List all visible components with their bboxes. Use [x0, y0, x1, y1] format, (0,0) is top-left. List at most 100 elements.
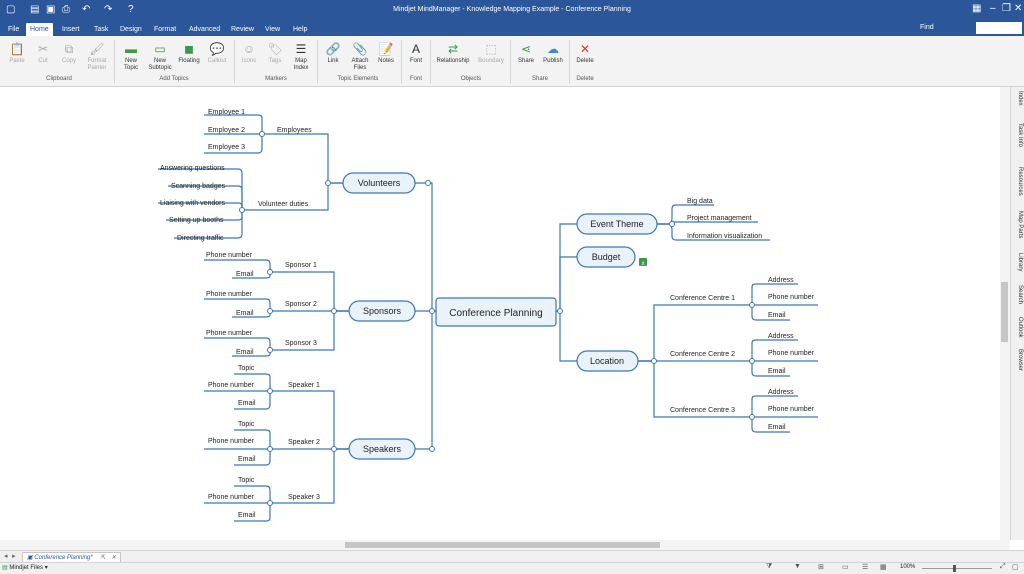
- side-tab-index[interactable]: Index: [1013, 91, 1023, 106]
- side-tab-browser[interactable]: Browser: [1013, 349, 1023, 371]
- funnel-icon[interactable]: ▼: [794, 563, 801, 570]
- tab-format[interactable]: Format: [150, 23, 180, 36]
- horizontal-scrollbar[interactable]: [0, 540, 1010, 550]
- subtopic-employee-1[interactable]: Employee 1: [208, 109, 245, 116]
- tab-scroll-right-icon[interactable]: ▸: [12, 552, 16, 560]
- subtopic-topic[interactable]: Topic: [238, 421, 255, 428]
- vertical-scroll-thumb[interactable]: [1001, 282, 1008, 342]
- boundary-button[interactable]: ⬚ Boundary: [474, 42, 508, 65]
- subtopic-volunteer-duties[interactable]: Volunteer duties: [258, 201, 309, 208]
- subtopic-email[interactable]: Email: [768, 368, 786, 375]
- subtopic-phone[interactable]: Phone number: [206, 330, 253, 337]
- topic-event-theme[interactable]: Event Theme: [576, 213, 658, 235]
- subtopic-phone[interactable]: Phone number: [206, 291, 253, 298]
- format-painter-button[interactable]: 🖌 Format Painter: [84, 42, 110, 72]
- tab-advanced[interactable]: Advanced: [185, 23, 224, 36]
- subtopic-phone[interactable]: Phone number: [208, 382, 255, 389]
- notes-button[interactable]: 📝 Notes: [375, 42, 397, 65]
- subtopic-conference-centre-1[interactable]: Conference Centre 1: [670, 295, 735, 302]
- zoom-slider[interactable]: [922, 568, 992, 569]
- subtopic-email[interactable]: Email: [236, 310, 254, 317]
- new-subtopic-button[interactable]: ▭ New Subtopic: [146, 42, 174, 72]
- subtopic-topic[interactable]: Topic: [238, 477, 255, 484]
- topic-sponsors[interactable]: Sponsors: [348, 300, 416, 322]
- subtopic-employee-2[interactable]: Employee 2: [208, 127, 245, 134]
- attach-files-button[interactable]: 📎 Attach Files: [347, 42, 373, 72]
- horizontal-scroll-thumb[interactable]: [345, 542, 660, 548]
- publish-button[interactable]: ☁ Publish: [540, 42, 566, 65]
- topic-location[interactable]: Location: [576, 350, 639, 372]
- subtopic-speaker-1[interactable]: Speaker 1: [288, 382, 320, 389]
- subtopic-email[interactable]: Email: [236, 349, 254, 356]
- tags-button[interactable]: 🏷 Tags: [264, 42, 286, 65]
- link-button[interactable]: 🔗 Link: [322, 42, 344, 65]
- fit-map-icon[interactable]: ⤢: [1000, 563, 1006, 571]
- cut-button[interactable]: ✂ Cut: [33, 42, 53, 65]
- map-index-button[interactable]: ☰ Map Index: [289, 42, 313, 72]
- subtopic-email[interactable]: Email: [768, 424, 786, 431]
- filter-icon[interactable]: ⧩: [766, 563, 772, 571]
- tab-help[interactable]: Help: [289, 23, 311, 36]
- subtopic-phone[interactable]: Phone number: [208, 438, 255, 445]
- tab-design[interactable]: Design: [116, 23, 146, 36]
- tab-task[interactable]: Task: [90, 23, 112, 36]
- subtopic-duty[interactable]: Directing traffic: [177, 235, 224, 242]
- subtopic-email[interactable]: Email: [768, 312, 786, 319]
- subtopic-duty[interactable]: Answering questions: [160, 165, 225, 172]
- pin-icon[interactable]: ⇱: [100, 555, 105, 561]
- ribbon-options-icon[interactable]: ▦: [972, 3, 981, 14]
- copy-button[interactable]: ⧉ Copy: [58, 42, 80, 65]
- topic-volunteers[interactable]: Volunteers: [342, 172, 416, 194]
- close-window-icon[interactable]: ✕: [1014, 3, 1022, 14]
- subtopic-conference-centre-2[interactable]: Conference Centre 2: [670, 351, 735, 358]
- subtopic-email[interactable]: Email: [238, 400, 256, 407]
- topic-speakers[interactable]: Speakers: [348, 438, 416, 460]
- subtopic-address[interactable]: Address: [768, 277, 794, 284]
- central-topic[interactable]: Conference Planning: [435, 297, 557, 327]
- zoom-slider-thumb[interactable]: [953, 565, 956, 572]
- tab-insert[interactable]: Insert: [58, 23, 84, 36]
- tab-file[interactable]: File: [4, 23, 23, 36]
- view-icon[interactable]: ▭: [842, 563, 849, 571]
- subtopic-address[interactable]: Address: [768, 389, 794, 396]
- delete-button[interactable]: ✕ Delete: [573, 42, 597, 65]
- subtopic-phone[interactable]: Phone number: [208, 494, 255, 501]
- side-tab-task-info[interactable]: Task Info: [1013, 123, 1023, 147]
- subtopic-phone[interactable]: Phone number: [768, 406, 815, 413]
- subtopic-duty[interactable]: Scanning badges: [171, 183, 226, 190]
- fullscreen-icon[interactable]: ▢: [1012, 563, 1019, 571]
- subtopic-speaker-3[interactable]: Speaker 3: [288, 494, 320, 501]
- tab-view[interactable]: View: [261, 23, 284, 36]
- font-button[interactable]: A Font: [405, 42, 427, 65]
- subtopic-email[interactable]: Email: [238, 456, 256, 463]
- subtopic-employee-3[interactable]: Employee 3: [208, 144, 245, 151]
- subtopic-address[interactable]: Address: [768, 333, 794, 340]
- close-tab-icon[interactable]: ✕: [111, 555, 116, 561]
- subtopic-sponsor-3[interactable]: Sponsor 3: [285, 340, 317, 347]
- subtopic-duty[interactable]: Setting up booths: [169, 217, 224, 224]
- subtopic-phone[interactable]: Phone number: [768, 350, 815, 357]
- subtopic-theme[interactable]: Big data: [687, 198, 713, 205]
- icons-button[interactable]: ☺ Icons: [238, 42, 260, 65]
- vertical-scrollbar[interactable]: [1000, 87, 1010, 540]
- topic-budget[interactable]: Budget: [576, 246, 636, 268]
- side-tab-search[interactable]: Search: [1013, 285, 1023, 304]
- tab-scroll-left-icon[interactable]: ◂: [4, 552, 8, 560]
- side-tab-resources[interactable]: Resources: [1013, 167, 1023, 196]
- callout-button[interactable]: 💬 Callout: [204, 42, 230, 65]
- layout-icon[interactable]: ⊞: [818, 563, 824, 571]
- outline-icon[interactable]: ☰: [862, 563, 868, 571]
- side-tab-library[interactable]: Library: [1013, 253, 1023, 271]
- budget-attachment-icon[interactable]: x: [639, 258, 647, 267]
- subtopic-phone[interactable]: Phone number: [206, 252, 253, 259]
- subtopic-topic[interactable]: Topic: [238, 365, 255, 372]
- map-canvas[interactable]: Conference Planning Volunteers Sponsors …: [0, 87, 1010, 540]
- subtopic-duty[interactable]: Liaising with vendors: [160, 200, 225, 207]
- find-input[interactable]: [976, 22, 1022, 34]
- subtopic-sponsor-1[interactable]: Sponsor 1: [285, 262, 317, 269]
- side-tab-outlook[interactable]: Outlook: [1013, 317, 1023, 338]
- share-button[interactable]: ⋖ Share: [514, 42, 538, 65]
- side-tab-map-parts[interactable]: Map Parts: [1013, 211, 1023, 238]
- subtopic-email[interactable]: Email: [238, 512, 256, 519]
- tab-home[interactable]: Home: [26, 23, 53, 36]
